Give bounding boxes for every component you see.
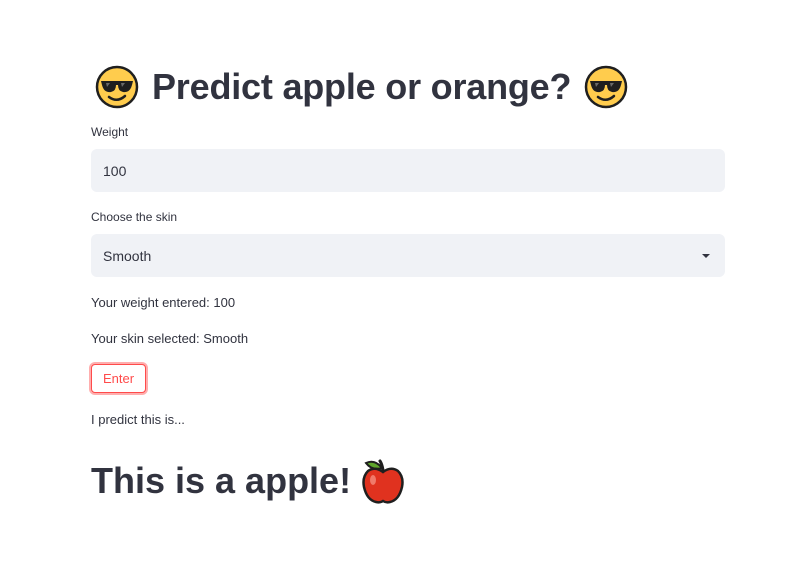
skin-select-value: Smooth (103, 247, 152, 264)
weight-input[interactable] (103, 162, 713, 179)
weight-label: Weight (91, 125, 129, 139)
prediction-result: This is a apple! (91, 458, 405, 504)
skin-select[interactable]: Smooth (91, 234, 725, 277)
skin-label: Choose the skin (91, 210, 178, 224)
prediction-result-text: This is a apple! (91, 460, 352, 501)
prediction-intro: I predict this is... (91, 412, 185, 427)
enter-button[interactable]: Enter (91, 364, 147, 393)
skin-summary: Your skin selected: Smooth (91, 331, 249, 346)
weight-field[interactable] (91, 149, 725, 192)
chevron-down-icon (702, 253, 710, 258)
red-apple-icon (362, 459, 404, 504)
sunglasses-face-icon (585, 65, 628, 109)
weight-summary: Your weight entered: 100 (91, 295, 236, 310)
sunglasses-face-icon (95, 65, 139, 109)
page-title-text: Predict apple or orange? (152, 66, 572, 107)
page-title: Predict apple or orange? (94, 64, 629, 110)
